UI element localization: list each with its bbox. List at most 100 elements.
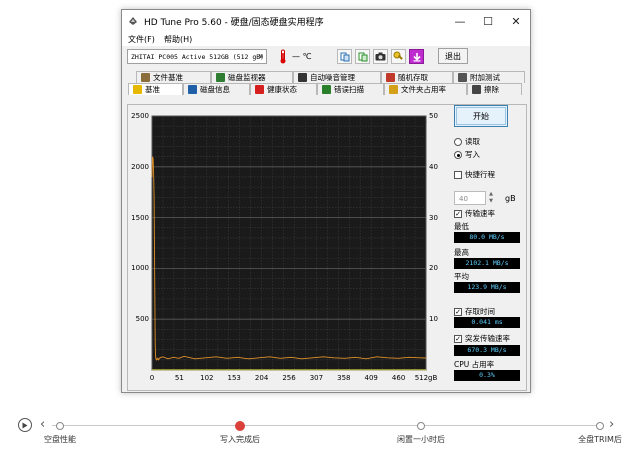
- copy-image-icon[interactable]: [355, 49, 370, 64]
- camera-icon[interactable]: [373, 49, 388, 64]
- access-time-checkbox[interactable]: ✓ 存取时间: [454, 306, 495, 317]
- tab-row-top: 文件基准 磁盘监视器 自动噪音管理 随机存取 附加测试: [136, 71, 525, 83]
- tab-erase[interactable]: 擦除: [467, 83, 522, 95]
- cpu-value: 0.3%: [454, 370, 520, 381]
- next-chevron-icon[interactable]: ›: [609, 417, 614, 432]
- speaker-icon: [298, 73, 307, 82]
- min-label: 最低: [454, 222, 469, 231]
- timeline-point-label: 写入完成后: [220, 435, 260, 444]
- timeline-point[interactable]: [417, 422, 425, 430]
- tab-folder-usage[interactable]: 文件夹占用率: [384, 83, 467, 95]
- transfer-rate-check-indicator: ✓: [454, 210, 462, 218]
- tab-label: 擦除: [484, 85, 499, 94]
- x-tick-label: 0: [149, 374, 155, 382]
- read-radio[interactable]: 读取: [454, 136, 480, 147]
- drive-select[interactable]: ZHITAI PC005 Active 512GB (512 gB) ∨: [127, 49, 267, 64]
- x-tick-label: 102: [200, 374, 214, 382]
- write-label: 写入: [465, 150, 480, 159]
- x-tick-label: 204: [254, 374, 269, 382]
- tab-aam[interactable]: 自动噪音管理: [293, 71, 381, 83]
- right-axis-unit: ms: [418, 118, 427, 125]
- x-tick-label: 460: [391, 374, 406, 382]
- timeline-track: [52, 425, 600, 426]
- write-radio[interactable]: 写入: [454, 149, 480, 160]
- menu-help[interactable]: 帮助(H): [164, 34, 192, 45]
- timeline-point[interactable]: [596, 422, 604, 430]
- tab-error-scan[interactable]: 错误扫描: [317, 83, 384, 95]
- toolbar: ZHITAI PC005 Active 512GB (512 gB) ∨ — ℃…: [122, 46, 530, 68]
- tab-health[interactable]: 健康状态: [250, 83, 317, 95]
- tab-extra-tests[interactable]: 附加测试: [453, 71, 525, 83]
- tab-label: 磁盘监视器: [228, 73, 266, 82]
- y-left-tick-label: 2000: [131, 162, 149, 171]
- title-bar: HD Tune Pro 5.60 - 硬盘/固态硬盘实用程序 — ☐ ✕: [122, 10, 530, 32]
- drive-select-value: ZHITAI PC005 Active 512GB (512 gB): [131, 53, 265, 61]
- tab-label: 健康状态: [267, 85, 297, 94]
- short-stroke-input[interactable]: 40: [454, 191, 486, 205]
- extra-tests-icon: [458, 73, 467, 82]
- start-button[interactable]: 开始: [454, 105, 508, 127]
- options-icon[interactable]: [391, 49, 406, 64]
- download-icon[interactable]: [409, 49, 424, 64]
- tab-random-access[interactable]: 随机存取: [381, 71, 453, 83]
- timeline-point-label: 闲置一小时后: [397, 435, 445, 444]
- disk-monitor-icon: [216, 73, 225, 82]
- cpu-label: CPU 占用率: [454, 360, 495, 369]
- thermometer-icon: [280, 49, 286, 64]
- x-tick-label: 51: [174, 374, 184, 382]
- transfer-rate-checkbox[interactable]: ✓ 传输速率: [454, 208, 495, 219]
- tab-label: 随机存取: [398, 73, 428, 82]
- timeline-point[interactable]: [235, 421, 245, 431]
- window-title: HD Tune Pro 5.60 - 硬盘/固态硬盘实用程序: [144, 18, 324, 28]
- timeline-point[interactable]: [56, 422, 64, 430]
- y-right-tick-label: 20: [429, 264, 438, 273]
- y-left-tick-label: 500: [135, 315, 149, 324]
- y-left-tick-label: 2500: [131, 112, 149, 120]
- burst-rate-value: 670.3 MB/s: [454, 345, 520, 356]
- avg-label: 平均: [454, 272, 469, 281]
- tab-file-benchmark[interactable]: 文件基准: [136, 71, 211, 83]
- read-radio-indicator: [454, 138, 462, 146]
- tab-label: 错误扫描: [334, 85, 364, 94]
- play-button[interactable]: [18, 418, 32, 432]
- chevron-down-icon: ∨: [258, 52, 263, 60]
- transfer-rate-label: 传输速率: [465, 209, 495, 218]
- short-stroke-stepper[interactable]: ▲ ▼: [487, 191, 495, 205]
- min-value: 80.0 MB/s: [454, 232, 520, 243]
- exit-button[interactable]: 退出: [438, 48, 468, 64]
- prev-chevron-icon[interactable]: ‹: [40, 417, 45, 432]
- menu-bar: 文件(F) 帮助(H): [122, 32, 530, 46]
- tab-benchmark[interactable]: 基准: [128, 83, 183, 95]
- maximize-button[interactable]: ☐: [474, 12, 502, 30]
- folder-icon: [389, 85, 398, 94]
- write-radio-indicator: [454, 151, 462, 159]
- menu-file[interactable]: 文件(F): [128, 34, 155, 45]
- magnifier-icon: [322, 85, 331, 94]
- short-stroke-check-indicator: [454, 171, 462, 179]
- tab-disk-info[interactable]: 磁盘信息: [183, 83, 250, 95]
- access-time-label: 存取时间: [465, 307, 495, 316]
- short-stroke-unit: gB: [505, 194, 516, 203]
- short-stroke-checkbox[interactable]: 快捷行程: [454, 169, 495, 180]
- y-right-tick-label: 50: [429, 112, 438, 120]
- left-axis-unit: MB/s: [152, 118, 167, 125]
- copy-text-icon[interactable]: [337, 49, 352, 64]
- access-time-value: 0.041 ms: [454, 317, 520, 328]
- read-label: 读取: [465, 137, 480, 146]
- x-tick-label: 153: [227, 374, 241, 382]
- tab-label: 基准: [145, 85, 160, 94]
- x-tick-label: 409: [364, 374, 378, 382]
- y-right-tick-label: 10: [429, 315, 438, 324]
- max-value: 2102.1 MB/s: [454, 258, 520, 269]
- max-label: 最高: [454, 248, 469, 257]
- hdtune-window: HD Tune Pro 5.60 - 硬盘/固态硬盘实用程序 — ☐ ✕ 文件(…: [121, 9, 531, 393]
- tab-label: 磁盘信息: [200, 85, 230, 94]
- y-right-tick-label: 40: [429, 162, 438, 171]
- burst-rate-checkbox[interactable]: ✓ 突发传输速率: [454, 333, 510, 344]
- tab-disk-monitor[interactable]: 磁盘监视器: [211, 71, 293, 83]
- y-left-tick-label: 1000: [131, 264, 149, 273]
- minimize-button[interactable]: —: [446, 12, 474, 30]
- tab-label: 自动噪音管理: [310, 73, 355, 82]
- benchmark-icon: [133, 85, 142, 94]
- close-button[interactable]: ✕: [502, 12, 530, 30]
